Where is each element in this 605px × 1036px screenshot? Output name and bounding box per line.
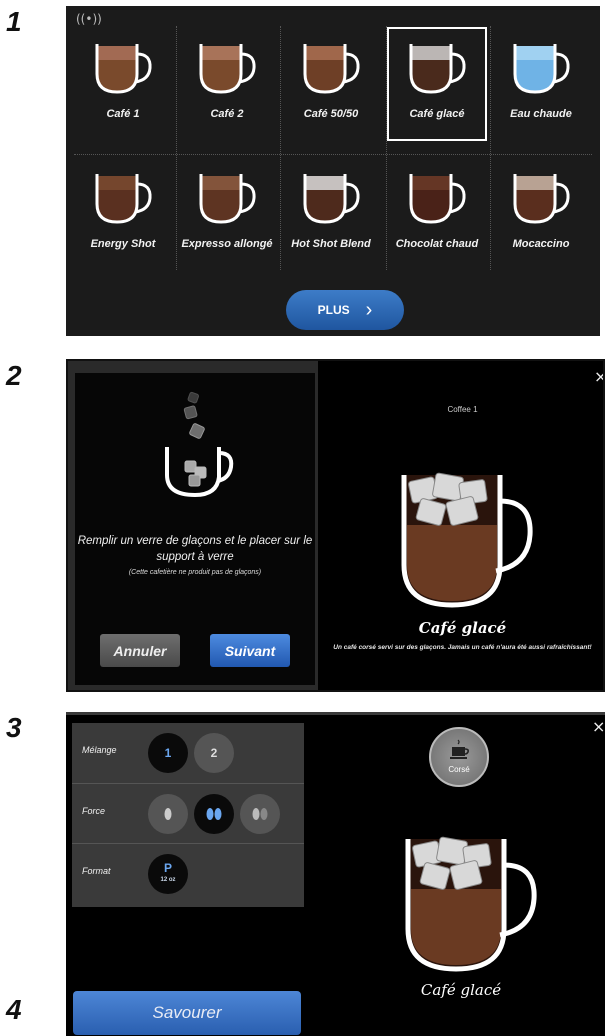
coffee-beans-icon — [206, 808, 222, 820]
drink-tile-label: Café 50/50 — [303, 108, 359, 120]
drink-preview: Coffee 1 Café glacé Un café corsé servi … — [318, 361, 603, 690]
drink-name: Café glacé — [418, 619, 507, 637]
drink-tile-label: Chocolat chaud — [395, 238, 479, 250]
strength-mild-option[interactable] — [148, 794, 188, 834]
drink-tile[interactable]: Café glacé — [387, 27, 487, 141]
drink-menu-screen: ((•)) Café 1 Café 2 Café 50/50 Café glacé Ea… — [66, 6, 600, 336]
strength-badge: Corsé — [429, 727, 489, 787]
drink-tile-label: Expresso allongé — [181, 238, 273, 250]
chevron-right-icon: › — [365, 298, 373, 321]
drink-tile-label: Café 2 — [210, 108, 244, 120]
coffee-label: Coffee 1 — [447, 405, 478, 414]
cup-icon — [409, 174, 466, 224]
next-button[interactable]: Suivant — [210, 634, 290, 667]
option-label-strength: Force — [82, 806, 106, 816]
step-number-1: 1 — [6, 6, 22, 37]
strength-badge-label: Corsé — [448, 765, 470, 774]
step-number-4: 4 — [6, 994, 22, 1025]
savourer-button[interactable]: Savourer — [73, 991, 301, 1035]
strength-medium-option[interactable] — [194, 794, 234, 834]
cup-icon — [513, 174, 570, 224]
cup-icon — [95, 174, 152, 224]
cup-icon — [95, 44, 152, 94]
grid-divider — [176, 26, 177, 270]
step-number-2: 2 — [6, 360, 22, 391]
grid-divider — [386, 26, 387, 270]
close-icon[interactable]: × — [592, 717, 605, 736]
cup-icon — [199, 174, 256, 224]
cup-icon — [199, 44, 256, 94]
drink-tile-label: Eau chaude — [510, 108, 572, 120]
grid-divider — [280, 26, 281, 270]
grid-divider — [74, 154, 592, 155]
cup-icon — [303, 44, 360, 94]
coffee-bean-icon — [164, 808, 172, 820]
drink-tile[interactable]: Chocolat chaud — [388, 158, 486, 270]
drink-tile-label: Hot Shot Blend — [291, 238, 371, 250]
drink-description: Un café corsé servi sur des glaçons. Jam… — [333, 644, 592, 651]
drink-name: Café glacé — [420, 981, 502, 999]
strength-strong-option[interactable] — [240, 794, 280, 834]
more-button-label: PLUS — [317, 303, 350, 317]
drink-tile-label: Café glacé — [409, 108, 465, 120]
drink-tile[interactable]: Eau chaude — [492, 28, 590, 140]
iced-coffee-glass-icon — [401, 472, 533, 608]
cup-icon — [303, 174, 360, 224]
ice-instruction-screen: Remplir un verre de glaçons et le placer… — [66, 359, 605, 692]
option-row-blend: Mélange 1 2 — [72, 723, 304, 783]
cancel-button[interactable]: Annuler — [100, 634, 180, 667]
instruction-card: Remplir un verre de glaçons et le placer… — [75, 373, 315, 685]
option-label-blend: Mélange — [82, 745, 117, 755]
drink-tile[interactable]: Café 1 — [74, 28, 172, 140]
coffee-cup-icon — [450, 739, 469, 759]
ice-into-glass-icon — [165, 391, 234, 498]
option-row-strength: Force — [72, 783, 304, 843]
cup-icon — [513, 44, 570, 94]
drink-tile-label: Mocaccino — [512, 238, 570, 250]
format-size-letter: P — [163, 861, 172, 875]
customize-screen: Mélange 1 2 Force Format P 12 oz Corsé C… — [66, 712, 605, 1036]
drink-tile-label: Café 1 — [106, 108, 140, 120]
blend-option-2[interactable]: 2 — [194, 733, 234, 773]
drink-tile[interactable]: Expresso allongé — [178, 158, 276, 270]
wifi-icon: ((•)) — [76, 12, 102, 26]
format-size-oz: 12 oz — [160, 877, 176, 883]
options-panel: Mélange 1 2 Force Format P 12 oz — [72, 723, 304, 907]
coffee-beans-icon — [252, 808, 268, 820]
drink-tile[interactable]: Hot Shot Blend — [282, 158, 380, 270]
cup-icon — [409, 44, 466, 94]
step-number-3: 3 — [6, 712, 22, 743]
instruction-text: Remplir un verre de glaçons et le placer… — [77, 535, 313, 563]
drink-tile[interactable]: Mocaccino — [492, 158, 590, 270]
more-button[interactable]: PLUS › — [286, 290, 404, 330]
drink-tile[interactable]: Energy Shot — [74, 158, 172, 270]
drink-tile[interactable]: Café 50/50 — [282, 28, 380, 140]
drink-tile-label: Energy Shot — [90, 238, 156, 250]
format-option-p[interactable]: P 12 oz — [148, 854, 188, 894]
option-label-format: Format — [82, 866, 111, 876]
option-row-format: Format P 12 oz — [72, 843, 304, 903]
close-icon[interactable]: × — [594, 367, 603, 386]
drink-tile[interactable]: Café 2 — [178, 28, 276, 140]
iced-coffee-glass-icon — [405, 836, 537, 972]
instruction-note: (Cette cafetière ne produit pas de glaço… — [128, 569, 262, 576]
blend-option-1[interactable]: 1 — [148, 733, 188, 773]
grid-divider — [490, 26, 491, 270]
